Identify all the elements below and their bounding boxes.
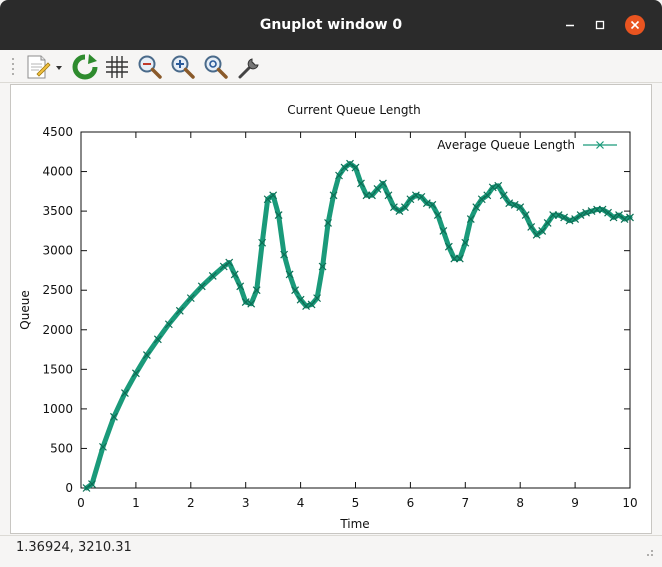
y-tick-label: 3000	[42, 244, 73, 258]
zoom-out-icon	[138, 55, 162, 79]
y-tick-label: 4000	[42, 165, 73, 179]
minimize-icon	[566, 24, 574, 27]
legend-label: Average Queue Length	[437, 138, 575, 152]
minimize-button[interactable]	[560, 15, 580, 35]
settings-icon	[238, 58, 259, 79]
y-tick-label: 500	[50, 441, 73, 455]
y-tick-label: 1500	[42, 362, 73, 376]
plot-border	[80, 131, 631, 489]
status-bar: 1.36924, 3210.31	[0, 535, 662, 567]
x-tick-label: 10	[622, 496, 637, 510]
settings-button[interactable]	[235, 53, 263, 81]
x-tick-label: 6	[407, 496, 415, 510]
x-tick-label: 5	[352, 496, 360, 510]
x-tick-label: 8	[516, 496, 524, 510]
legend: Average Queue Length	[437, 138, 617, 152]
y-tick-label: 4500	[42, 125, 73, 139]
y-tick-label: 1000	[42, 402, 73, 416]
x-tick-label: 9	[571, 496, 579, 510]
queue-chart[interactable]: Current Queue Length 0500100015002000250…	[11, 85, 651, 533]
close-icon	[625, 15, 645, 35]
series-average-queue-length	[82, 159, 634, 492]
legend-sample	[583, 141, 617, 149]
title-bar[interactable]: Gnuplot window 0	[0, 0, 662, 50]
maximize-button[interactable]	[590, 15, 610, 35]
zoom-in-button[interactable]	[169, 53, 197, 81]
cursor-coordinates: 1.36924, 3210.31	[16, 540, 132, 555]
x-tick-label: 0	[77, 496, 85, 510]
x-axis: 0 1 2 3 4 5 6 7 8 9 10	[77, 132, 638, 510]
x-tick-label: 3	[242, 496, 250, 510]
y-tick-label: 0	[65, 481, 73, 495]
y-tick-label: 2000	[42, 323, 73, 337]
x-tick-label: 4	[297, 496, 305, 510]
x-axis-label: Time	[339, 517, 369, 531]
grid-icon	[106, 56, 128, 78]
close-button[interactable]	[624, 14, 646, 36]
export-button[interactable]	[24, 53, 68, 81]
zoom-out-button[interactable]	[136, 53, 164, 81]
toolbar-grip-icon[interactable]	[10, 56, 16, 78]
y-axis-label: Queue	[18, 290, 32, 329]
x-tick-label: 1	[132, 496, 140, 510]
y-tick-label: 2500	[42, 283, 73, 297]
zoom-fit-button[interactable]	[202, 53, 230, 81]
chart-title: Current Queue Length	[287, 103, 421, 117]
y-tick-label: 3500	[42, 204, 73, 218]
resize-grip-icon[interactable]	[644, 547, 654, 557]
maximize-icon	[595, 20, 605, 30]
zoom-fit-icon	[204, 55, 228, 79]
replot-icon	[72, 54, 98, 80]
replot-button[interactable]	[71, 53, 99, 81]
grid-button[interactable]	[103, 53, 131, 81]
gnuplot-window: Gnuplot window 0 Current Queue Length 0 …	[0, 0, 662, 567]
x-tick-label: 7	[461, 496, 469, 510]
plot-area[interactable]: Current Queue Length 0 500 1000 1500 2000 250…	[10, 84, 652, 534]
export-icon	[27, 55, 62, 79]
x-tick-label: 2	[187, 496, 195, 510]
zoom-in-icon	[171, 55, 195, 79]
toolbar	[0, 50, 662, 83]
